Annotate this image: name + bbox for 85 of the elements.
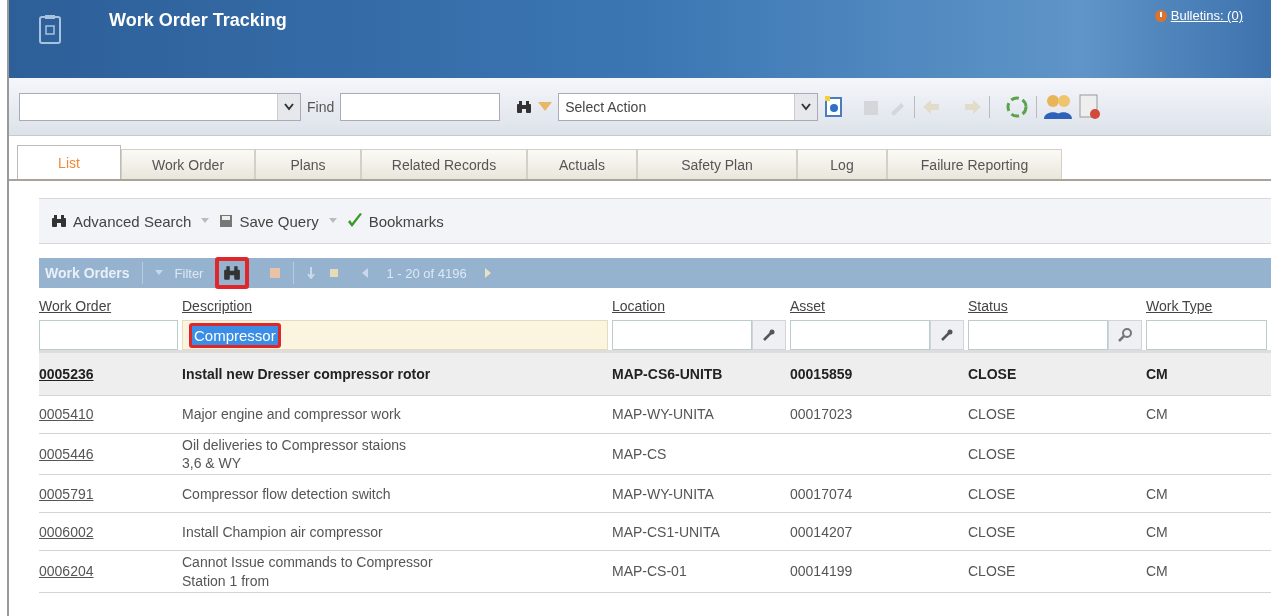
tab[interactable]: Failure Reporting (887, 149, 1062, 179)
column-header[interactable]: Asset (790, 298, 968, 320)
record-combo-field[interactable] (19, 92, 301, 121)
table-cell: 00017023 (790, 405, 853, 424)
table-cell: CLOSE (968, 562, 1016, 581)
tab[interactable]: Related Records (361, 149, 527, 179)
caret-icon[interactable] (154, 270, 163, 276)
table-cell: Install new Dresser compressor rotor (182, 364, 431, 384)
table-cell: CM (1146, 522, 1168, 541)
download-icon[interactable] (306, 267, 317, 279)
lookup-button[interactable] (1108, 320, 1142, 350)
table-cell: MAP-CS1-UNITA (612, 522, 720, 541)
caret-icon[interactable] (201, 218, 210, 224)
tab[interactable]: Plans (255, 149, 361, 179)
table-cell: MAP-CS6-UNITB (612, 364, 723, 384)
column-header[interactable]: Status (968, 298, 1146, 320)
lookup-button[interactable] (752, 320, 786, 350)
table-cell: CLOSE (968, 445, 1016, 464)
find-label: Find (307, 98, 335, 115)
work-order-link[interactable]: 0005236 (39, 364, 94, 384)
filter-field[interactable] (612, 320, 752, 350)
find-field[interactable] (340, 92, 501, 121)
tab[interactable]: Work Order (121, 149, 255, 179)
table-cell: CLOSE (968, 405, 1016, 424)
work-order-link[interactable]: 0005791 (39, 484, 94, 503)
table-cell: CM (1146, 484, 1168, 503)
column-header[interactable]: Location (612, 298, 790, 320)
bulletins-link[interactable]: Bulletins: (0) (1170, 8, 1243, 23)
column-header[interactable]: Work Type (1146, 298, 1271, 320)
table-cell: 00014199 (790, 562, 853, 581)
table-cell: MAP-WY-UNITA (612, 405, 714, 424)
filter-field[interactable] (790, 320, 930, 350)
table-cell: 00014207 (790, 522, 853, 541)
binoculars-icon[interactable] (516, 99, 533, 114)
table-cell: CLOSE (968, 364, 1017, 384)
table-cell: CLOSE (968, 484, 1016, 503)
checkmark-icon (346, 213, 363, 229)
caret-icon[interactable] (538, 101, 553, 112)
action-select[interactable]: Select Action (558, 92, 819, 121)
settings-icon[interactable] (328, 267, 341, 279)
search-icon (1117, 327, 1133, 343)
filter-field[interactable] (39, 320, 178, 350)
binoculars-icon[interactable] (223, 265, 242, 281)
table-cell: Oil deliveries to Compressor staions 3,6 & WY (182, 436, 407, 473)
table-cell: Cannot Issue commands to Compressor Station 1 from (182, 553, 433, 590)
tab[interactable]: Safety Plan (637, 149, 797, 179)
wrench-icon (763, 329, 775, 341)
alert-icon (1154, 9, 1167, 22)
table-cell: CM (1146, 562, 1168, 581)
report-icon[interactable] (1079, 93, 1102, 120)
binoculars-icon[interactable] (51, 214, 67, 228)
bookmark-link[interactable]: Bookmarks (368, 212, 444, 230)
work-order-link[interactable]: 0005410 (39, 405, 94, 424)
caret-icon[interactable] (328, 218, 337, 224)
app-title: Work Order Tracking (109, 10, 287, 31)
table-cell: MAP-CS-01 (612, 562, 687, 581)
tab[interactable]: Actuals (527, 149, 637, 179)
save-link[interactable]: Save Query (239, 212, 319, 230)
record-count: 1 - 20 of 4196 (386, 265, 467, 281)
clear-filter-icon[interactable] (269, 267, 282, 279)
table-cell: CM (1146, 364, 1168, 384)
table-cell: CM (1146, 405, 1168, 424)
table-cell: MAP-CS (612, 445, 667, 464)
column-header[interactable]: Work Order (39, 298, 182, 320)
table-cell: 00015859 (790, 364, 853, 384)
filter-field[interactable] (1146, 320, 1267, 350)
people-icon[interactable] (1043, 92, 1074, 121)
search-link[interactable]: Advanced Search (73, 212, 192, 230)
table-cell: Major engine and compressor work (182, 405, 401, 424)
clipboard-icon (39, 14, 61, 44)
work-order-link[interactable]: 0006204 (39, 562, 94, 581)
column-header[interactable]: Description (182, 298, 612, 320)
work-order-link[interactable]: 0006002 (39, 522, 94, 541)
wrench-icon (941, 329, 953, 341)
table-cell: Compressor flow detection switch (182, 484, 391, 503)
table-cell: Install Champion air compressor (182, 522, 383, 541)
filter-field[interactable] (968, 320, 1108, 350)
lookup-button[interactable] (930, 320, 964, 350)
table-title: Work Orders (45, 265, 130, 281)
table-cell: MAP-WY-UNITA (612, 484, 714, 503)
table-cell: 00017074 (790, 484, 853, 503)
work-order-link[interactable]: 0005446 (39, 445, 94, 464)
table-cell: CLOSE (968, 522, 1016, 541)
tab[interactable]: Log (797, 149, 887, 179)
new-document-icon[interactable] (824, 95, 845, 118)
